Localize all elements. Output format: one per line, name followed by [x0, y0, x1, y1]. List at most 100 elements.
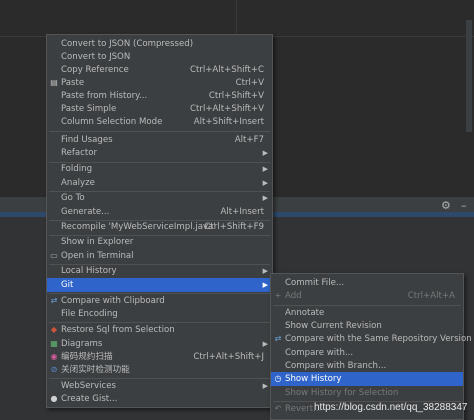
- menu-item-recompile[interactable]: Recompile 'MyWebServiceImpl.java' Ctrl+S…: [47, 220, 272, 234]
- menu-item-shortcut: Ctrl+Alt+Shift+V: [190, 104, 264, 114]
- menu-item-label: File Encoding: [61, 309, 118, 319]
- submenu-arrow-icon: ▶: [262, 194, 268, 202]
- menu-item-label: Show History for Selection: [285, 388, 399, 398]
- menu-item-label: Open in Terminal: [61, 251, 134, 261]
- menu-item-label: Convert to JSON (Compressed): [61, 39, 194, 49]
- submenu-arrow-icon: ▶: [262, 267, 268, 275]
- menu-item-label: Show in Explorer: [61, 237, 134, 247]
- menu-item-analyze[interactable]: Analyze ▶: [47, 176, 272, 190]
- editor-divider: [236, 0, 237, 36]
- compare-icon: ⇄: [50, 296, 58, 305]
- menu-item-label: Compare with Branch...: [285, 361, 387, 371]
- menu-item-shortcut: Alt+Shift+Insert: [193, 117, 264, 127]
- menu-item-label: Add: [285, 291, 302, 301]
- submenu-arrow-icon: ▶: [262, 165, 268, 173]
- menu-separator: [49, 131, 270, 132]
- menu-item-webservices[interactable]: WebServices ▶: [47, 379, 272, 393]
- menu-item-label: Compare with the Same Repository Version: [285, 334, 472, 344]
- menu-item-label: Git: [61, 280, 74, 290]
- menu-item-code-scan[interactable]: ◉ 编码规约扫描 Ctrl+Alt+Shift+J: [47, 350, 272, 364]
- git-item-add[interactable]: + Add Ctrl+Alt+A: [271, 289, 463, 303]
- menu-item-label: Paste from History...: [61, 91, 148, 101]
- menu-item-shortcut: Ctrl+Alt+Shift+C: [189, 65, 264, 75]
- detection-off-icon: ⊘: [50, 365, 58, 374]
- clock-icon: ◷: [274, 374, 282, 383]
- menu-item-copy-reference[interactable]: Copy Reference Ctrl+Alt+Shift+C: [47, 63, 272, 77]
- menu-item-generate[interactable]: Generate... Alt+Insert: [47, 205, 272, 219]
- menu-item-label: Show Current Revision: [285, 321, 382, 331]
- menu-item-shortcut: Ctrl+Shift+V: [208, 91, 264, 101]
- menu-item-label: Create Gist...: [61, 394, 118, 404]
- menu-item-create-gist[interactable]: ● Create Gist...: [47, 392, 272, 406]
- menu-item-label: 关闭实时检测功能: [61, 365, 130, 375]
- context-menu: Convert to JSON (Compressed) Convert to …: [46, 34, 273, 408]
- menu-item-shortcut: Ctrl+Alt+Shift+J: [193, 352, 264, 362]
- menu-item-label: Analyze: [61, 178, 95, 188]
- menu-item-open-in-terminal[interactable]: ▭ Open in Terminal: [47, 249, 272, 263]
- menu-item-label: Find Usages: [61, 135, 113, 145]
- menu-item-label: Annotate: [285, 308, 325, 318]
- menu-item-column-selection-mode[interactable]: Column Selection Mode Alt+Shift+Insert: [47, 115, 272, 129]
- git-item-show-current-revision[interactable]: Show Current Revision: [271, 319, 463, 333]
- diagram-icon: ▦: [50, 339, 58, 348]
- menu-item-label: 编码规约扫描: [61, 352, 113, 362]
- menu-item-label: Column Selection Mode: [61, 117, 163, 127]
- menu-item-label: Copy Reference: [61, 65, 129, 75]
- compare-icon: ⇄: [274, 334, 282, 343]
- menu-item-label: Compare with...: [285, 348, 354, 358]
- git-item-annotate[interactable]: Annotate: [271, 306, 463, 320]
- hide-icon[interactable]: –: [461, 199, 467, 212]
- menu-item-label: Refactor: [61, 148, 98, 158]
- git-submenu: Commit File... + Add Ctrl+Alt+A Annotate…: [270, 273, 472, 420]
- menu-item-label: Generate...: [61, 207, 110, 217]
- menu-item-shortcut: Ctrl+V: [235, 78, 264, 88]
- menu-item-label: WebServices: [61, 381, 116, 391]
- menu-item-refactor[interactable]: Refactor ▶: [47, 146, 272, 160]
- menu-item-label: Show History: [285, 374, 342, 384]
- menu-item-local-history[interactable]: Local History ▶: [47, 264, 272, 278]
- submenu-arrow-icon: ▶: [262, 179, 268, 187]
- database-icon: ◆: [50, 325, 58, 334]
- menu-item-label: Compare with Clipboard: [61, 296, 165, 306]
- git-item-compare-with-branch[interactable]: Compare with Branch...: [271, 359, 463, 373]
- git-item-show-history-selection[interactable]: Show History for Selection: [271, 386, 463, 400]
- menu-item-label: Paste: [61, 78, 85, 88]
- plus-icon: +: [274, 291, 282, 300]
- terminal-icon: ▭: [50, 251, 58, 260]
- menu-item-convert-json-compressed[interactable]: Convert to JSON (Compressed): [47, 37, 272, 51]
- gear-icon[interactable]: ⚙: [441, 199, 451, 212]
- menu-item-shortcut: Ctrl+Alt+A: [407, 291, 455, 301]
- menu-item-label: Diagrams: [61, 339, 103, 349]
- menu-item-label: Restore Sql from Selection: [61, 325, 175, 335]
- menu-item-find-usages[interactable]: Find Usages Alt+F7: [47, 133, 272, 147]
- menu-item-file-encoding[interactable]: File Encoding: [47, 307, 272, 321]
- menu-item-paste-from-history[interactable]: Paste from History... Ctrl+Shift+V: [47, 89, 272, 103]
- menu-item-show-in-explorer[interactable]: Show in Explorer: [47, 235, 272, 249]
- menu-item-diagrams[interactable]: ▦ Diagrams ▶: [47, 337, 272, 351]
- menu-item-paste[interactable]: ▤ Paste Ctrl+V: [47, 76, 272, 90]
- menu-item-go-to[interactable]: Go To ▶: [47, 191, 272, 205]
- menu-item-git[interactable]: Git ▶: [47, 278, 272, 292]
- revert-icon: ↶: [274, 404, 282, 413]
- submenu-arrow-icon: ▶: [262, 281, 268, 289]
- menu-item-realtime-detection[interactable]: ⊘ 关闭实时检测功能: [47, 363, 272, 377]
- editor-scrollbar[interactable]: [466, 20, 472, 132]
- github-icon: ●: [50, 394, 58, 403]
- menu-item-label: Recompile 'MyWebServiceImpl.java': [61, 222, 216, 232]
- menu-item-compare-with-clipboard[interactable]: ⇄ Compare with Clipboard: [47, 294, 272, 308]
- menu-item-label: Paste Simple: [61, 104, 117, 114]
- menu-item-folding[interactable]: Folding ▶: [47, 162, 272, 176]
- git-item-compare-same-repo[interactable]: ⇄ Compare with the Same Repository Versi…: [271, 332, 472, 346]
- git-item-commit-file[interactable]: Commit File...: [271, 276, 463, 290]
- submenu-arrow-icon: ▶: [262, 149, 268, 157]
- menu-item-shortcut: Alt+Insert: [220, 207, 265, 217]
- submenu-arrow-icon: ▶: [262, 382, 268, 390]
- menu-item-restore-sql[interactable]: ◆ Restore Sql from Selection: [47, 323, 272, 337]
- scan-icon: ◉: [50, 352, 58, 361]
- submenu-arrow-icon: ▶: [262, 340, 268, 348]
- menu-item-convert-json[interactable]: Convert to JSON: [47, 50, 272, 64]
- menu-item-paste-simple[interactable]: Paste Simple Ctrl+Alt+Shift+V: [47, 102, 272, 116]
- git-item-show-history[interactable]: ◷ Show History: [271, 372, 463, 386]
- menu-item-shortcut: Ctrl+Shift+F9: [204, 222, 264, 232]
- git-item-compare-with[interactable]: Compare with...: [271, 346, 463, 360]
